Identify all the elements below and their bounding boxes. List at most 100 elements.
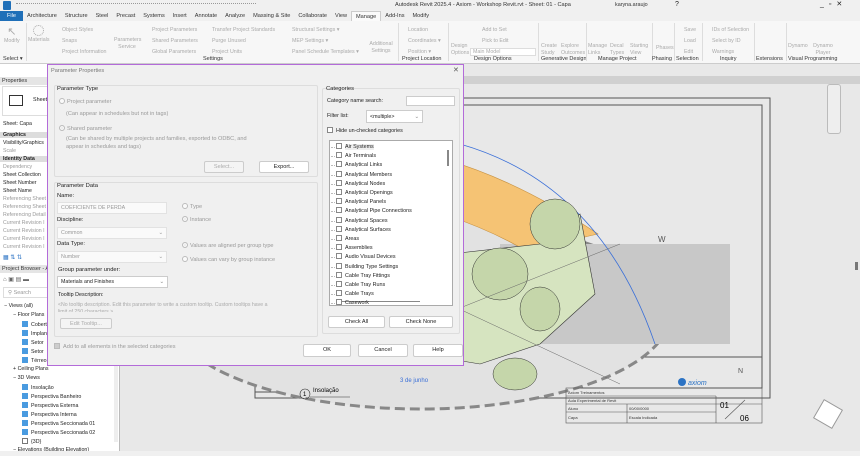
select-by-id-button[interactable]: Select by ID	[712, 38, 741, 44]
ids-of-selection-button[interactable]: IDs of Selection	[712, 27, 749, 33]
tab-steel[interactable]: Steel	[92, 11, 113, 21]
explore-outcomes-button[interactable]: Explore Outcomes	[561, 43, 589, 57]
save-selection-button[interactable]: Save	[684, 27, 696, 33]
checkbox-icon[interactable]	[336, 262, 342, 269]
tab-file[interactable]: File	[0, 11, 24, 21]
discipline-select[interactable]: Common ⌄	[57, 227, 167, 239]
property-row[interactable]: Referencing Sheet	[3, 196, 46, 202]
location-button[interactable]: Location	[408, 27, 428, 33]
type-radio[interactable]: Type	[182, 203, 202, 210]
tab-structure[interactable]: Structure	[61, 11, 92, 21]
additional-settings-button[interactable]: Additional Settings	[368, 41, 394, 55]
checkbox-icon[interactable]	[336, 271, 342, 278]
tab-insert[interactable]: Insert	[169, 11, 191, 21]
hide-unchecked-checkbox[interactable]: Hide un-checked categories	[327, 127, 403, 134]
checkbox-icon[interactable]	[336, 152, 342, 159]
tab-analyze[interactable]: Analyze	[221, 11, 249, 21]
phases-button[interactable]: Phases	[656, 45, 674, 51]
category-item[interactable]: Assemblies	[331, 244, 373, 251]
checkbox-icon[interactable]	[336, 244, 342, 251]
checkbox-icon[interactable]	[336, 207, 342, 214]
checkbox-icon[interactable]	[336, 189, 342, 195]
property-row[interactable]: Current Revision I	[3, 244, 45, 250]
category-search-input[interactable]	[406, 96, 455, 106]
group-select[interactable]: Materials and Finishes ⌄	[57, 276, 168, 288]
instance-selector[interactable]: Sheet: Capa	[3, 121, 32, 127]
category-item[interactable]: Cable Tray Runs	[330, 281, 385, 288]
browser-tree-item[interactable]: {3D}	[22, 438, 41, 445]
manage-links-button[interactable]: Manage Links	[588, 43, 607, 57]
properties-view-icons[interactable]: ▦ ⇅ ⇅	[3, 254, 22, 261]
design-option-select[interactable]: Main Model	[470, 48, 536, 56]
dynamo-button[interactable]: Dynamo	[788, 43, 808, 49]
category-item[interactable]: Areas	[330, 235, 359, 242]
design-options-button[interactable]: Design Options	[451, 43, 471, 57]
transfer-standards-button[interactable]: Transfer Project Standards	[212, 27, 275, 33]
category-item[interactable]: Audio Visual Devices	[331, 253, 396, 260]
edit-tooltip-button[interactable]: Edit Tooltip...	[60, 318, 112, 329]
position-button[interactable]: Position ▾	[408, 49, 431, 55]
parameters-service-button[interactable]: Parameters Service	[114, 37, 141, 51]
dynamo-player-button[interactable]: Dynamo Player	[812, 43, 834, 57]
browser-tree-item[interactable]: Térreo	[22, 357, 47, 364]
mep-settings-button[interactable]: MEP Settings ▾	[292, 38, 328, 44]
category-item[interactable]: Analytical Links	[330, 161, 382, 168]
tab-view[interactable]: View	[331, 11, 351, 21]
create-study-button[interactable]: Create Study	[541, 43, 559, 57]
property-row[interactable]: Referencing Detail	[3, 212, 46, 218]
property-row[interactable]: Referencing Sheet	[3, 204, 46, 210]
browser-tree-item[interactable]: Setor	[22, 339, 44, 346]
project-information-button[interactable]: Project Information	[62, 49, 106, 55]
revit-logo-icon[interactable]	[3, 1, 11, 10]
property-row[interactable]: Sheet Name	[3, 188, 32, 194]
add-to-set-button[interactable]: Add to Set	[482, 27, 507, 33]
category-list[interactable]: Air Systems Air Terminals Analytical Links…	[329, 140, 453, 306]
checkbox-icon[interactable]	[336, 216, 342, 223]
tab-architecture[interactable]: Architecture	[23, 11, 61, 21]
tab-add-ins[interactable]: Add-Ins	[381, 11, 408, 21]
name-field[interactable]: COEFICIENTE DE PERDA	[57, 202, 167, 214]
browser-tree-item[interactable]: Insolação	[22, 384, 54, 391]
category-item[interactable]: Casework	[331, 299, 369, 305]
help-button[interactable]: Help	[413, 344, 463, 357]
browser-tree-item[interactable]: Perspectiva Banheiro	[22, 393, 81, 400]
category-item[interactable]: Air Systems	[331, 143, 374, 150]
category-item[interactable]: Air Terminals	[330, 152, 376, 159]
property-row[interactable]: Current Revision I	[3, 220, 45, 226]
category-item[interactable]: Analytical Openings	[331, 189, 393, 196]
checkbox-icon[interactable]	[336, 299, 342, 305]
export-button[interactable]: Export...	[259, 161, 309, 173]
category-item[interactable]: Analytical Members	[330, 170, 392, 178]
navigation-bar[interactable]	[827, 84, 841, 134]
checkbox-icon[interactable]	[336, 179, 342, 186]
structural-settings-button[interactable]: Structural Settings ▾	[292, 27, 339, 33]
modify-button[interactable]: ↖ Modify	[4, 25, 20, 44]
tab-systems[interactable]: Systems	[139, 11, 168, 21]
checkbox-icon[interactable]	[336, 225, 342, 232]
property-row[interactable]: Sheet Number	[3, 180, 36, 186]
filter-list-select[interactable]: <multiple> ⌄	[366, 110, 423, 123]
category-item[interactable]: Cable Tray Fittings	[331, 271, 390, 279]
shared-parameters-button[interactable]: Shared Parameters	[152, 38, 198, 44]
purge-unused-button[interactable]: Purge Unused	[212, 38, 246, 44]
vary-radio[interactable]: Values can vary by group instance	[182, 256, 275, 263]
shared-parameter-radio[interactable]: Shared parameter	[59, 125, 112, 132]
tab-annotate[interactable]: Annotate	[191, 11, 221, 21]
checkbox-icon[interactable]	[336, 253, 342, 260]
data-type-select[interactable]: Number ⌄	[57, 251, 167, 263]
browser-tree-item[interactable]: Perspectiva Seccionada 02	[22, 429, 95, 436]
tab-massing-site[interactable]: Massing & Site	[249, 11, 294, 21]
category-item[interactable]: Analytical Panels	[330, 198, 386, 205]
tab-modify[interactable]: Modify	[409, 11, 433, 21]
checkbox-icon[interactable]	[336, 281, 342, 287]
browser-tree-item[interactable]: − 3D Views	[13, 375, 40, 381]
select-button[interactable]: Select...	[204, 161, 244, 173]
vertical-scrollbar[interactable]	[855, 262, 858, 270]
quick-access-toolbar[interactable]	[16, 3, 256, 8]
category-item[interactable]: Analytical Nodes	[330, 179, 385, 187]
property-row[interactable]: Current Revision I	[3, 228, 45, 234]
property-row[interactable]: Current Revision I	[3, 236, 45, 242]
category-item[interactable]: Building Type Settings	[330, 262, 398, 270]
category-item[interactable]: Analytical Surfaces	[331, 225, 391, 233]
instance-radio[interactable]: Instance	[182, 216, 211, 223]
